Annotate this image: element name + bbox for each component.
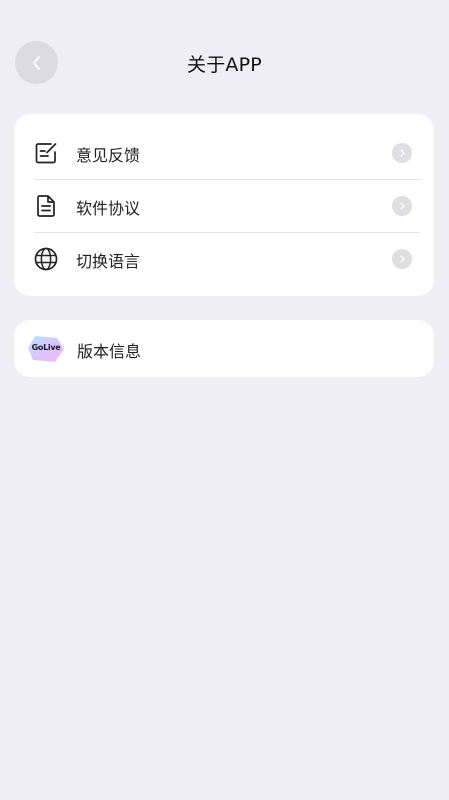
feedback-edit-icon xyxy=(35,143,57,164)
menu-item-feedback[interactable]: 意见反馈 xyxy=(14,127,434,179)
version-info-label: 版本信息 xyxy=(77,342,142,361)
chevron-right-icon xyxy=(392,196,412,216)
version-info-row[interactable]: GoLive 版本信息 xyxy=(14,320,434,377)
globe-icon xyxy=(34,247,58,271)
chevron-right-icon xyxy=(392,143,412,163)
header-bar: 关于APP xyxy=(0,0,449,124)
chevron-right-icon xyxy=(392,249,412,269)
document-icon xyxy=(37,195,55,217)
menu-item-agreement[interactable]: 软件协议 xyxy=(14,180,434,232)
menu-item-label: 软件协议 xyxy=(76,199,141,218)
golive-logo: GoLive xyxy=(27,334,65,364)
menu-item-label: 切换语言 xyxy=(76,252,141,271)
menu-item-language[interactable]: 切换语言 xyxy=(14,233,434,285)
menu-item-label: 意见反馈 xyxy=(76,146,141,165)
settings-menu-card: 意见反馈 软件协议 切换语言 xyxy=(14,114,434,296)
page-title: 关于APP xyxy=(187,54,262,76)
